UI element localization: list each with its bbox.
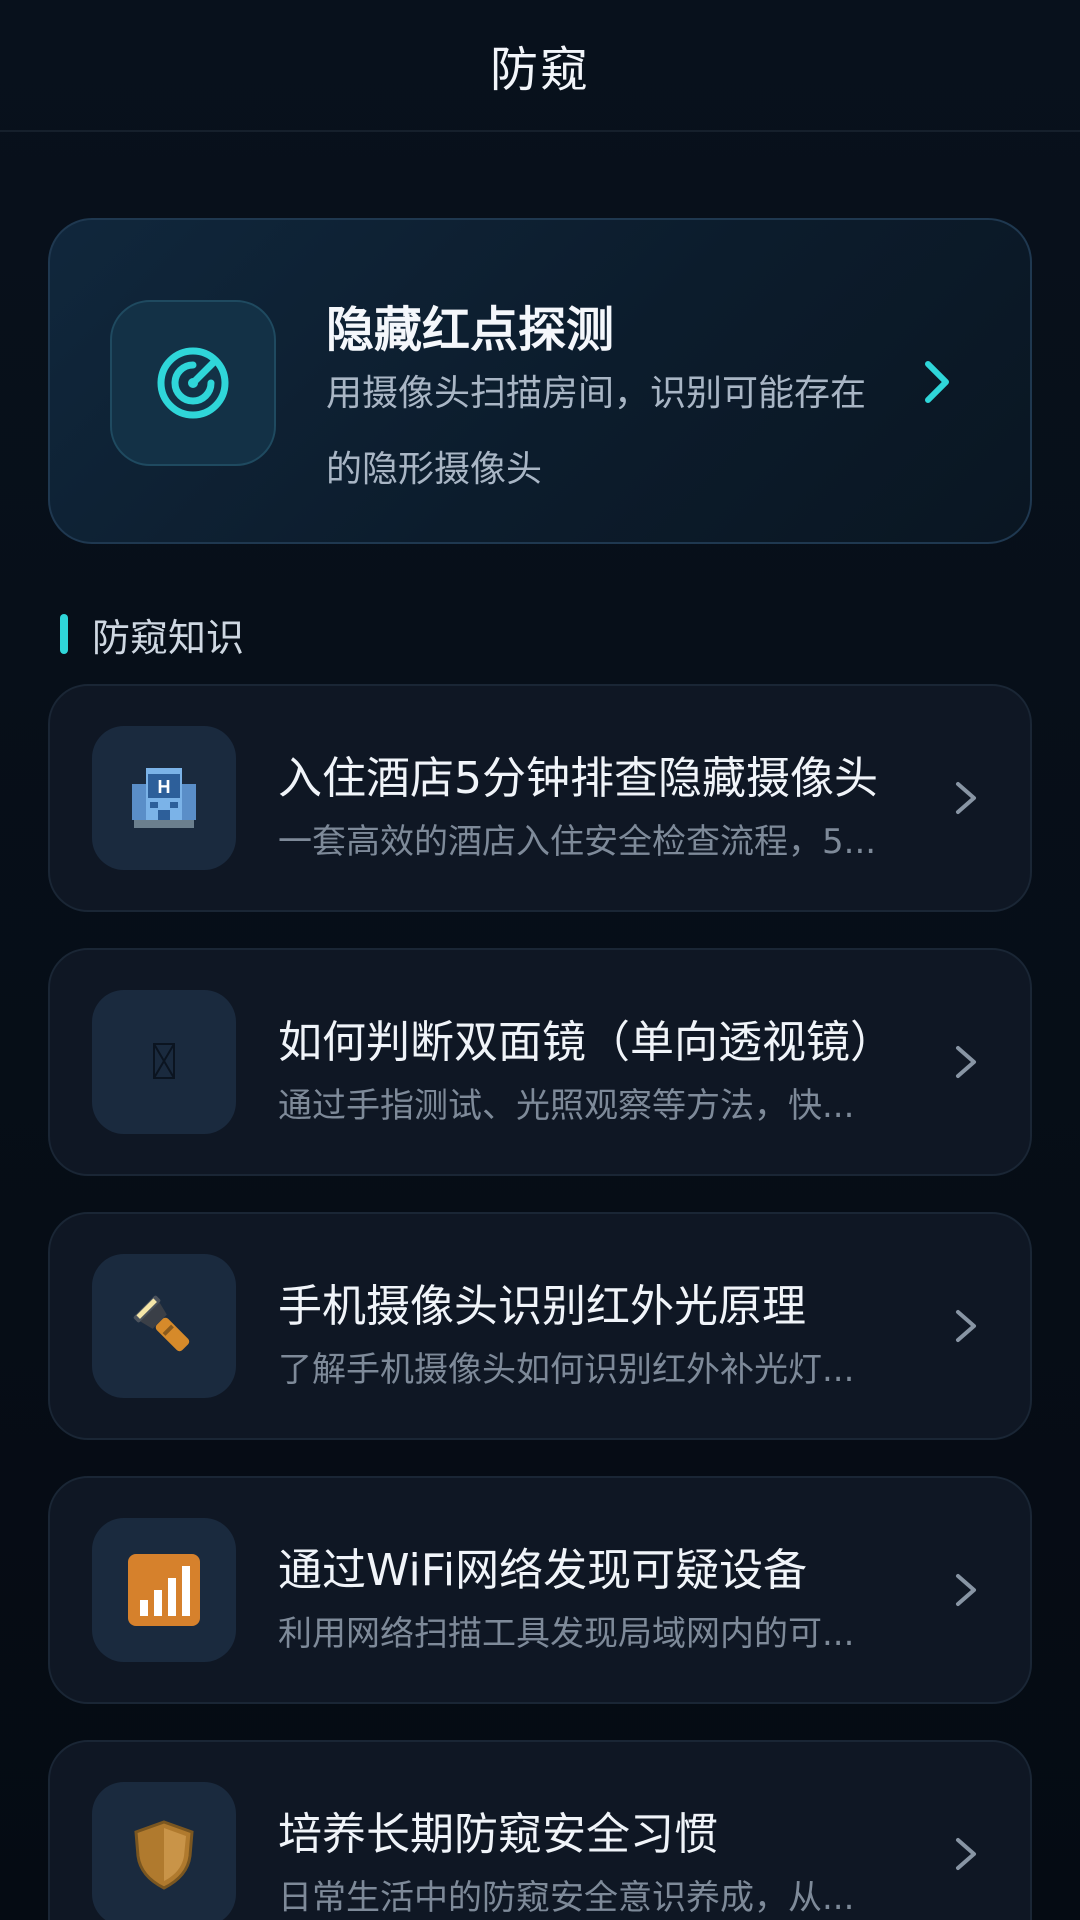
hero-title: 隐藏红点探测: [326, 302, 615, 358]
item-title: 培养长期防窥安全习惯: [278, 1809, 718, 1860]
mirror-icon: [92, 990, 236, 1134]
chevron-right-icon: [954, 1038, 978, 1090]
svg-text:H: H: [158, 777, 171, 797]
item-description: 了解手机摄像头如何识别红外补光灯...: [278, 1350, 855, 1390]
list-item[interactable]: 如何判断双面镜（单向透视镜） 通过手指测试、光照观察等方法，快...: [48, 948, 1032, 1176]
hidden-red-dot-detection-card[interactable]: 隐藏红点探测 用摄像头扫描房间，识别可能存在的隐形摄像头: [48, 218, 1032, 544]
list-item[interactable]: 手机摄像头识别红外光原理 了解手机摄像头如何识别红外补光灯...: [48, 1212, 1032, 1440]
item-title: 入住酒店5分钟排查隐藏摄像头: [278, 753, 878, 804]
item-title: 手机摄像头识别红外光原理: [278, 1281, 806, 1332]
page-title: 防窥: [489, 42, 590, 98]
chevron-right-icon: [954, 1830, 978, 1882]
chevron-right-icon: [954, 1566, 978, 1618]
item-description: 日常生活中的防窥安全意识养成，从...: [278, 1878, 855, 1918]
signal-bars-icon: [92, 1518, 236, 1662]
section-header: 防窥知识: [60, 612, 244, 660]
section-accent-bar: [60, 614, 68, 654]
target-icon: [110, 300, 276, 466]
shield-icon: [92, 1782, 236, 1920]
item-description: 通过手指测试、光照观察等方法，快...: [278, 1086, 855, 1126]
item-title: 通过WiFi网络发现可疑设备: [278, 1545, 808, 1596]
list-item[interactable]: 通过WiFi网络发现可疑设备 利用网络扫描工具发现局域网内的可...: [48, 1476, 1032, 1704]
chevron-right-icon: [954, 1302, 978, 1354]
hero-description: 用摄像头扫描房间，识别可能存在的隐形摄像头: [326, 373, 867, 490]
app-root: 防窥 隐藏红点探测 用摄像头扫描房间，识别可能存在的隐形摄像头 防窥知识 H 入…: [0, 0, 1080, 1920]
item-description: 一套高效的酒店入住安全检查流程，5...: [278, 822, 877, 862]
item-title: 如何判断双面镜（单向透视镜）: [278, 1017, 894, 1068]
list-item[interactable]: H 入住酒店5分钟排查隐藏摄像头 一套高效的酒店入住安全检查流程，5...: [48, 684, 1032, 912]
chevron-right-icon: [954, 774, 978, 826]
header: 防窥: [0, 0, 1080, 132]
section-title: 防窥知识: [92, 615, 245, 660]
knowledge-list: H 入住酒店5分钟排查隐藏摄像头 一套高效的酒店入住安全检查流程，5... 如何…: [48, 684, 1032, 1920]
list-item[interactable]: 培养长期防窥安全习惯 日常生活中的防窥安全意识养成，从...: [48, 1740, 1032, 1920]
hotel-icon: H: [92, 726, 236, 870]
item-description: 利用网络扫描工具发现局域网内的可...: [278, 1614, 855, 1654]
chevron-right-icon: [922, 358, 952, 410]
flashlight-icon: [92, 1254, 236, 1398]
